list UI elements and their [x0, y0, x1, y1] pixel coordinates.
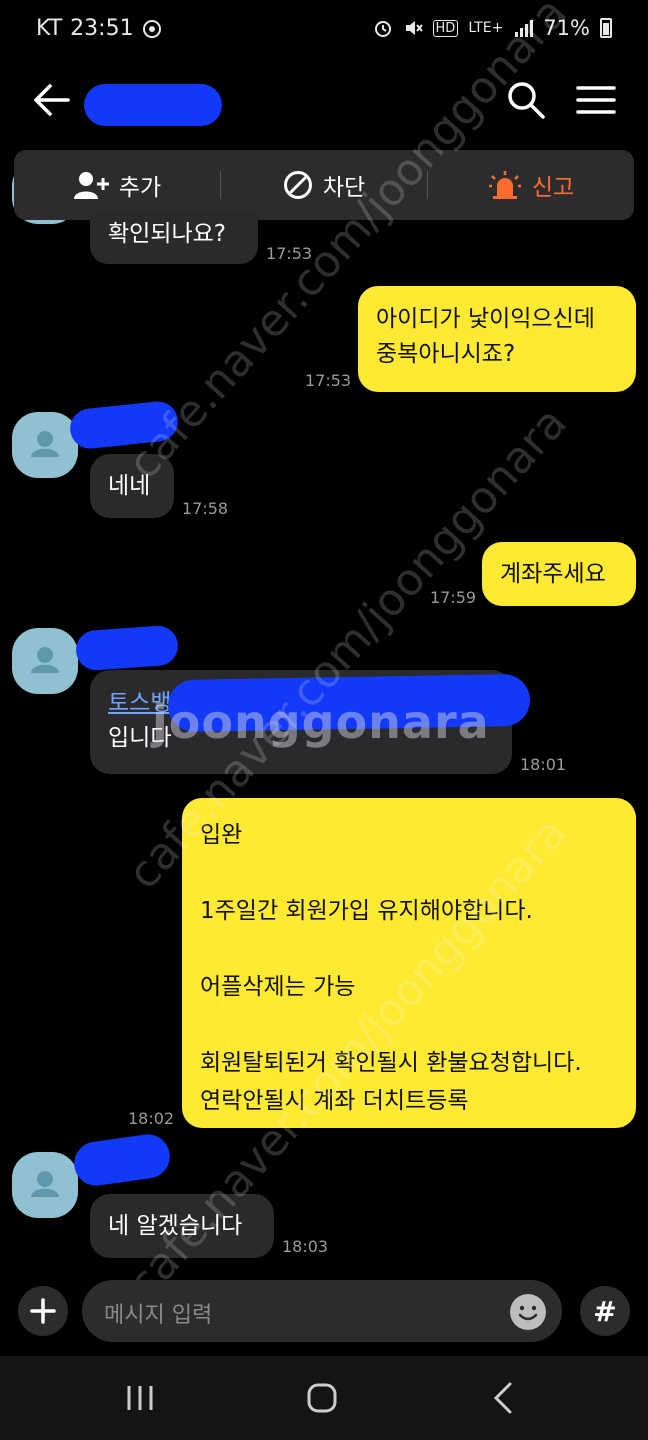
- clock: 23:51: [70, 16, 134, 41]
- avatar[interactable]: [12, 1152, 78, 1218]
- emoji-icon: [510, 1294, 546, 1330]
- incoming-message[interactable]: 네네: [90, 454, 174, 518]
- message-text: 네 알겠습니다: [108, 1213, 243, 1239]
- message-text: 연락안될시 계좌 더치트등록: [200, 1088, 469, 1114]
- carrier-label: KT: [36, 16, 63, 41]
- message-input[interactable]: 메시지 입력: [82, 1280, 562, 1342]
- back-button[interactable]: [28, 80, 72, 120]
- add-friend-button[interactable]: 추가: [14, 150, 220, 220]
- network-label: LTE+: [468, 20, 504, 36]
- message-text: 입완: [200, 822, 243, 848]
- message-text: 네네: [108, 473, 151, 499]
- message-time: 17:58: [182, 499, 229, 518]
- add-person-icon: [73, 172, 109, 199]
- status-bar: KT 23:51 HD LTE+ 71%: [0, 0, 648, 60]
- redacted-name: [84, 84, 222, 126]
- message-text: 어플삭제는 가능: [200, 974, 356, 1000]
- message-time: 18:01: [520, 755, 567, 774]
- action-bar: 추가 차단 신고: [14, 150, 634, 220]
- avatar[interactable]: [12, 412, 78, 478]
- incoming-message[interactable]: 네 알겠습니다: [90, 1194, 274, 1258]
- notification-icon: [142, 19, 162, 39]
- redacted-name: [68, 399, 180, 451]
- hd-icon: HD: [432, 19, 459, 37]
- system-nav-bar: [0, 1356, 648, 1440]
- hamburger-icon: [576, 86, 616, 114]
- redacted-name: [71, 1131, 173, 1189]
- signal-icon: [513, 18, 534, 38]
- message-text: 아이디가 낯이익으신데: [376, 306, 595, 332]
- chevron-left-icon: [493, 1382, 512, 1414]
- outgoing-message[interactable]: 아이디가 낯이익으신데 중복아니시죠?: [358, 286, 636, 392]
- report-button[interactable]: 신고: [428, 150, 634, 220]
- block-button[interactable]: 차단: [221, 150, 427, 220]
- message-time: 18:02: [128, 1109, 175, 1128]
- menu-button[interactable]: [574, 80, 618, 120]
- nav-back-button[interactable]: [484, 1378, 524, 1418]
- block-label: 차단: [322, 175, 366, 201]
- watermark-logo: joonggonara: [152, 695, 490, 749]
- message-time: 17:59: [430, 588, 477, 607]
- recent-apps-button[interactable]: [120, 1378, 160, 1418]
- incoming-message[interactable]: 확인되나요?: [90, 212, 258, 264]
- search-icon: [508, 82, 545, 119]
- message-time: 18:03: [282, 1237, 329, 1256]
- avatar[interactable]: [12, 628, 78, 694]
- input-placeholder: 메시지 입력: [104, 1303, 213, 1328]
- default-avatar-icon: [31, 1171, 59, 1197]
- block-icon: [283, 171, 312, 199]
- arrow-left-icon: [34, 84, 70, 116]
- plus-icon: [30, 1298, 56, 1324]
- message-input-bar: 메시지 입력 #: [0, 1276, 648, 1356]
- default-avatar-icon: [31, 431, 59, 457]
- message-text: 중복아니시죠?: [376, 340, 516, 367]
- search-button[interactable]: [504, 78, 548, 122]
- redacted-name: [74, 624, 180, 672]
- recent-apps-icon: [127, 1386, 153, 1410]
- battery-percent: 71%: [543, 16, 590, 40]
- home-button[interactable]: [302, 1378, 342, 1418]
- attach-button[interactable]: [18, 1286, 68, 1336]
- mute-icon: [403, 18, 423, 38]
- message-time: 17:53: [266, 244, 313, 263]
- siren-icon: [488, 171, 521, 199]
- message-text: 회원탈퇴된거 확인될시 환불요청합니다.: [200, 1050, 582, 1076]
- add-label: 추가: [118, 175, 162, 201]
- emoji-button[interactable]: [508, 1292, 548, 1332]
- outgoing-message[interactable]: 입완 1주일간 회원가입 유지해야합니다. 어플삭제는 가능 회원탈퇴된거 확인…: [182, 798, 636, 1128]
- default-avatar-icon: [31, 647, 59, 673]
- message-text: 계좌주세요: [500, 561, 606, 587]
- report-label: 신고: [531, 175, 575, 201]
- chat-header: [0, 60, 648, 140]
- battery-icon: [600, 18, 612, 38]
- message-time: 17:53: [305, 371, 352, 390]
- message-text: 1주일간 회원가입 유지해야합니다.: [200, 898, 533, 924]
- alarm-icon: [373, 18, 393, 38]
- hashtag-icon: #: [593, 1294, 617, 1328]
- hashtag-button[interactable]: #: [580, 1286, 630, 1336]
- home-icon: [307, 1383, 337, 1413]
- message-text: 확인되나요?: [108, 221, 227, 247]
- outgoing-message[interactable]: 계좌주세요: [482, 542, 636, 606]
